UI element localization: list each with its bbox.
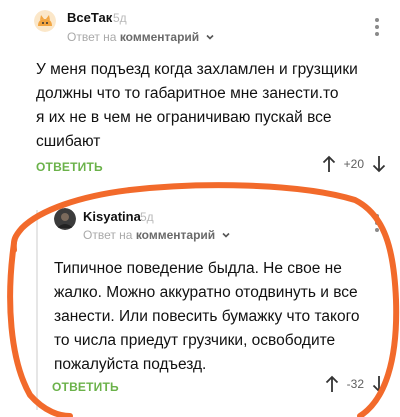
reply-to-prefix: Ответ на [83,228,133,242]
comment-score: -32 [346,377,364,391]
author-name[interactable]: Kisyatina [83,209,141,224]
upvote-arrow-icon[interactable] [322,155,336,173]
photo-avatar-icon[interactable] [54,208,76,230]
author-name[interactable]: ВсеТак [67,10,112,25]
reply-to-target: комментарий [135,228,216,242]
upvote-arrow-icon[interactable] [325,375,339,393]
comment-text: У меня подъезд когда захламлен и грузщик… [36,61,358,150]
cat-avatar-icon[interactable] [34,10,56,32]
vote-controls: -32 [325,375,386,393]
chevron-down-icon [221,232,230,238]
chevron-down-icon [205,34,214,40]
reply-to-link[interactable]: Ответ на комментарий [83,228,231,242]
comment-time: 5д [113,11,127,25]
downvote-arrow-icon[interactable] [372,155,386,173]
comment-time: 5д [140,210,154,224]
more-options-icon[interactable] [375,18,379,39]
reply-button[interactable]: ОТВЕТИТЬ [36,160,103,174]
more-options-icon[interactable] [375,214,379,235]
reply-button[interactable]: ОТВЕТИТЬ [52,380,119,394]
comment-score: +20 [343,157,364,171]
comment-kisyatina: Kisyatina 5д Ответ на комментарий Типичн… [0,196,400,417]
reply-to-prefix: Ответ на [67,30,117,44]
reply-to-link[interactable]: Ответ на комментарий [67,30,215,44]
vote-controls: +20 [322,155,386,173]
reply-to-target: комментарий [119,30,200,44]
downvote-arrow-icon[interactable] [372,375,386,393]
comment-text: Типичное поведение быдла. Не свое не жал… [54,260,360,373]
comment-vsetak: ВсеТак 5д Ответ на комментарий У меня по… [0,0,400,190]
